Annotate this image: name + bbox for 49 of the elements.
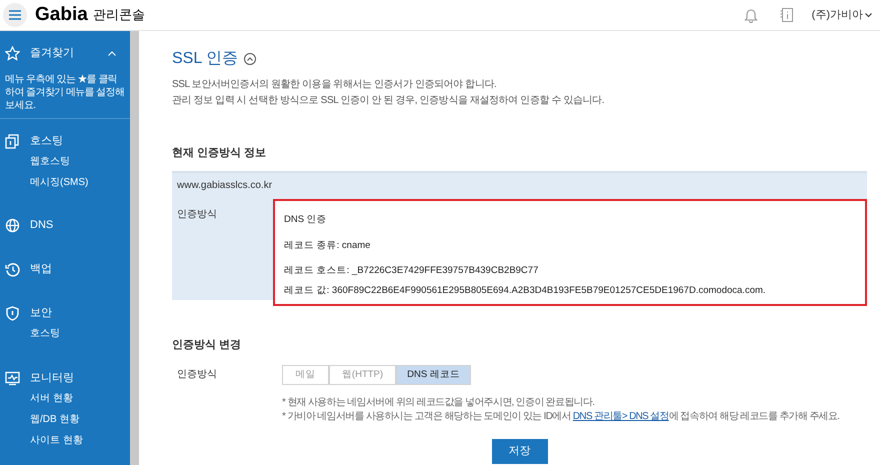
submenu-item[interactable]: 웹/DB 현황: [30, 412, 80, 427]
submenu-item[interactable]: 웹호스팅: [30, 154, 70, 169]
section-heading: 현재 인증방식 정보: [172, 146, 268, 161]
table-cell: www.gabiasslcs.co.kr: [172, 172, 867, 198]
submenu-item[interactable]: 호스팅: [30, 326, 60, 341]
dns-settings-link[interactable]: DNS 관리툴> DNS 설정: [572, 411, 669, 422]
note-text: * 가비아 네임서버를 사용하시는 고객은 해당하는 도메인이 있는 ID에서 DNS 관리툴> DNS 설정에 접속하여 해당 레코드를 추가해 주세요.: [282, 410, 840, 424]
menu-item[interactable]: 즐겨찾기: [30, 44, 108, 62]
chevron-up-icon: [247, 57, 254, 61]
info-button[interactable]: [780, 7, 794, 23]
menu-button[interactable]: [3, 3, 27, 27]
note-text: * 현재 사용하는 네임서버에 위의 레코드값을 넣어주시면, 인증이 완료됩니다.: [282, 396, 596, 410]
record-text: 레코드 값: 360F89C22B6E4F990561E295B805E694.A2B3D4B193FE5B79E01257CE5DE1967D.comodoca.com.: [284, 284, 767, 298]
bell-icon: [744, 7, 758, 23]
account-menu[interactable]: (주)가비아: [812, 6, 872, 24]
notification-button[interactable]: [744, 7, 758, 23]
server-icon: [5, 134, 20, 148]
menu-item[interactable]: 백업: [30, 260, 52, 278]
shield-icon: [5, 306, 20, 320]
menu-icon: [9, 10, 21, 20]
collapse-button[interactable]: [244, 53, 256, 65]
submenu-item[interactable]: 사이트 현황: [30, 433, 83, 448]
history-icon: [5, 262, 20, 276]
star-icon: [5, 46, 20, 60]
description-text: 관리 정보 입력 시 선택한 방식으로 SSL 인증이 안 된 경우, 인증방식을 재설정하여 인증할 수 있습니다.: [172, 94, 606, 108]
submenu-item[interactable]: 메시징(SMS): [30, 175, 88, 190]
chevron-down-icon: [865, 12, 872, 18]
page-title: SSL 인증: [172, 49, 238, 69]
menu-item[interactable]: 호스팅: [30, 132, 63, 150]
logo: Gabia: [35, 2, 88, 27]
segment-tab[interactable]: 웹(HTTP): [329, 365, 396, 385]
menu-item[interactable]: DNS: [30, 216, 54, 234]
logo-subtitle: 관리콘솔: [92, 6, 145, 24]
table-cell: 인증방식: [172, 198, 273, 300]
save-button[interactable]: 저장: [492, 439, 548, 464]
field-label: 인증방식: [176, 368, 218, 382]
segment-tab[interactable]: 메일: [282, 365, 329, 385]
menu-item[interactable]: 보안: [30, 304, 52, 322]
record-text: DNS 인증: [284, 212, 328, 226]
submenu-item[interactable]: 서버 현황: [30, 391, 73, 406]
segment-tab[interactable]: DNS 레코드: [396, 365, 471, 385]
section-heading: 인증방식 변경: [172, 338, 242, 352]
menu-item[interactable]: 모니터링: [30, 370, 74, 386]
description-text: SSL 보안서버인증서의 원활한 이용을 위해서는 인증서가 인증되어야 합니다.: [172, 78, 498, 92]
record-text: 레코드 호스트: _B7226C3E7429FFE39757B439CB2B9C77: [284, 264, 540, 278]
record-text: 레코드 종류: cname: [284, 238, 372, 252]
monitor-icon: [5, 370, 20, 386]
info-panel-icon: [780, 7, 794, 23]
globe-icon: [5, 218, 20, 232]
